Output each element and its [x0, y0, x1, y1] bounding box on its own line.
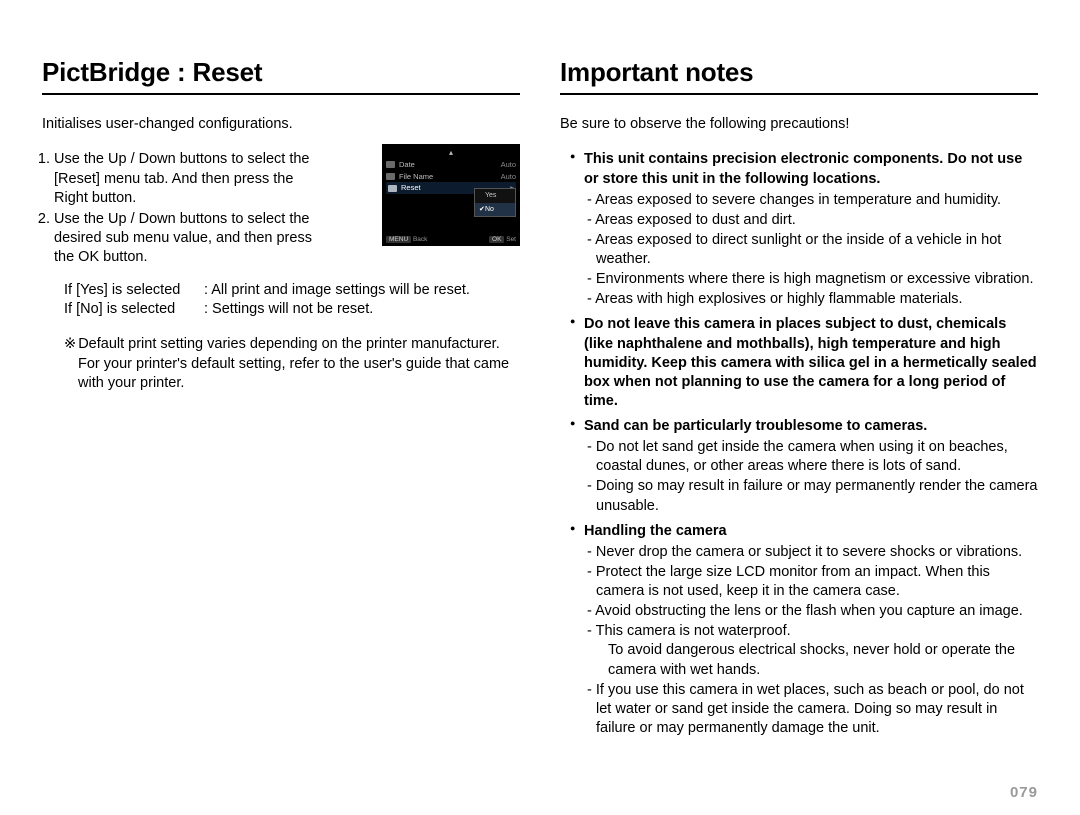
lcd-row-date: Date Auto — [386, 159, 516, 171]
list-item: Avoid obstructing the lens or the flash … — [584, 602, 1038, 621]
heading-rule — [560, 93, 1038, 95]
lcd-option-yes: Yes — [475, 189, 515, 202]
list-item: Areas exposed to direct sunlight or the … — [584, 231, 1038, 269]
right-intro: Be sure to observe the following precaut… — [560, 115, 1038, 134]
section-storage: Do not leave this camera in places subje… — [570, 315, 1038, 411]
section-precision: This unit contains precision electronic … — [570, 150, 1038, 309]
default-note-text: Default print setting varies depending o… — [78, 336, 509, 390]
list-item: Protect the large size LCD monitor from … — [584, 563, 1038, 601]
lcd-footer: MENU Back OK Set — [386, 236, 516, 244]
camera-lcd-screenshot: ▴ Date Auto File Name Auto Reset ▸ — [382, 144, 520, 246]
section-handling: Handling the camera Never drop the camer… — [570, 522, 1038, 738]
page-number: 079 — [1010, 783, 1038, 803]
left-column: PictBridge : Reset Initialises user-chan… — [42, 55, 520, 815]
filename-icon — [386, 173, 395, 180]
precautions-list: This unit contains precision electronic … — [570, 150, 1038, 738]
reference-mark-icon: ※ — [64, 336, 74, 352]
if-no-row: If [No] is selected : Settings will not … — [64, 300, 520, 319]
section-handling-items: Never drop the camera or subject it to s… — [584, 543, 1038, 738]
lcd-set-label: Set — [506, 236, 516, 243]
lcd-date-label: Date — [399, 160, 497, 170]
list-item: Areas exposed to dust and dirt. — [584, 211, 1038, 230]
right-column: Important notes Be sure to observe the f… — [560, 55, 1038, 815]
reset-icon — [388, 185, 397, 192]
right-heading: Important notes — [560, 55, 1038, 89]
section-sand: Sand can be particularly troublesome to … — [570, 417, 1038, 516]
list-item: Areas exposed to severe changes in tempe… — [584, 191, 1038, 210]
section-sand-lead: Sand can be particularly troublesome to … — [584, 418, 927, 434]
if-yes-result: : All print and image settings will be r… — [204, 281, 470, 300]
if-yes-row: If [Yes] is selected : All print and ima… — [64, 281, 520, 300]
lcd-set-btn-icon: OK — [489, 236, 504, 243]
section-precision-lead: This unit contains precision electronic … — [584, 151, 1022, 186]
list-item: Environments where there is high magneti… — [584, 270, 1038, 289]
lcd-reset-popup: Yes ✔No — [474, 188, 516, 216]
lcd-row-filename: File Name Auto — [386, 171, 516, 183]
section-handling-lead: Handling the camera — [584, 523, 727, 539]
lcd-option-no: ✔No — [475, 203, 515, 216]
list-item: Areas with high explosives or highly fla… — [584, 290, 1038, 309]
lcd-back-label: Back — [413, 236, 427, 243]
list-item: Doing so may result in failure or may pe… — [584, 477, 1038, 515]
list-item: Do not let sand get inside the camera wh… — [584, 438, 1038, 476]
step-1: Use the Up / Down buttons to select the … — [54, 150, 314, 207]
left-heading: PictBridge : Reset — [42, 55, 520, 89]
steps-with-lcd: ▴ Date Auto File Name Auto Reset ▸ — [42, 150, 520, 267]
lcd-filename-value: Auto — [501, 172, 516, 182]
list-item: If you use this camera in wet places, su… — [584, 681, 1038, 738]
heading-rule — [42, 93, 520, 95]
section-precision-items: Areas exposed to severe changes in tempe… — [584, 191, 1038, 310]
step-2: Use the Up / Down buttons to select the … — [54, 210, 314, 267]
lcd-back-btn-icon: MENU — [386, 236, 411, 243]
caret-up-icon: ▴ — [386, 148, 516, 158]
date-icon — [386, 161, 395, 168]
default-note: ※ Default print setting varies depending… — [64, 335, 520, 392]
if-yes-cond: If [Yes] is selected — [64, 281, 204, 300]
left-intro: Initialises user-changed configurations. — [42, 115, 520, 134]
lcd-date-value: Auto — [501, 160, 516, 170]
section-sand-items: Do not let sand get inside the camera wh… — [584, 438, 1038, 516]
lcd-filename-label: File Name — [399, 172, 497, 182]
if-selected-table: If [Yes] is selected : All print and ima… — [64, 281, 520, 319]
section-storage-lead: Do not leave this camera in places subje… — [584, 316, 1037, 409]
if-no-cond: If [No] is selected — [64, 300, 204, 319]
manual-page: PictBridge : Reset Initialises user-chan… — [0, 0, 1080, 815]
list-item: This camera is not waterproof.To avoid d… — [584, 622, 1038, 679]
if-no-result: : Settings will not be reset. — [204, 300, 373, 319]
list-item: Never drop the camera or subject it to s… — [584, 543, 1038, 562]
